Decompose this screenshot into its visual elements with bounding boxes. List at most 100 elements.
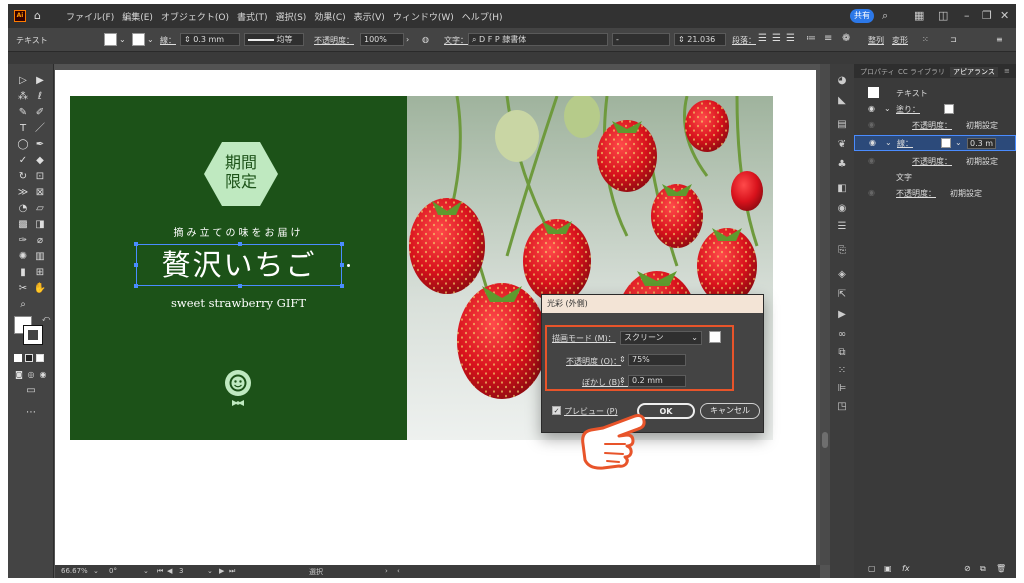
eye-icon[interactable]: ◉ (868, 188, 875, 197)
search-icon[interactable]: ⌕ (882, 9, 888, 23)
shape-builder-tool-icon[interactable]: ◔ (16, 202, 30, 216)
tab-appearance[interactable]: アピアランス (950, 67, 998, 77)
blend-mode-select[interactable]: スクリーン ⌄ (620, 331, 702, 345)
free-transform-tool-icon[interactable]: ⊠ (33, 186, 47, 200)
chevron-down-icon[interactable]: ⌄ (93, 567, 99, 575)
character-row[interactable]: 文字 (854, 170, 1016, 184)
blend-tool-icon[interactable]: ⌀ (33, 234, 47, 248)
stroke-label[interactable]: 線： (897, 138, 913, 149)
none-mode-icon[interactable] (36, 354, 44, 362)
add-stroke-icon[interactable]: ▢ (868, 564, 876, 573)
ellipse-tool-icon[interactable]: ◯ (16, 138, 30, 152)
opacity-input[interactable]: 75% (628, 354, 686, 366)
eye-icon[interactable]: ◉ (868, 104, 875, 113)
align-right-icon[interactable]: ☰ (786, 33, 795, 44)
perspective-tool-icon[interactable]: ▱ (33, 202, 47, 216)
asset-export-icon[interactable]: ⎘ (835, 244, 849, 258)
align-left-icon[interactable]: ☰ (758, 33, 767, 44)
menu-effect[interactable]: 効果(C) (314, 10, 345, 23)
vertical-scrollbar[interactable] (820, 64, 830, 565)
stroke-profile-select[interactable]: 均等 (244, 33, 304, 46)
duplicate-item-icon[interactable]: ⧉ (980, 564, 986, 574)
stroke-weight-input[interactable]: ⇕ 0.3 mm (180, 33, 240, 46)
pathfinder-icon[interactable]: ◳ (835, 400, 849, 414)
selection-anchor[interactable] (340, 284, 344, 288)
symbol-sprayer-tool-icon[interactable]: ✺ (16, 250, 30, 264)
artwork-title-text-selected[interactable]: 贅沢いちご (134, 242, 344, 288)
align-panel-link[interactable]: 整列 (868, 35, 884, 46)
close-icon[interactable]: ✕ (1000, 9, 1009, 22)
panel-menu-icon[interactable]: ≡ (996, 35, 1003, 44)
lasso-tool-icon[interactable]: ℓ (33, 90, 47, 104)
eye-icon[interactable]: ◉ (868, 156, 875, 165)
numbering-icon[interactable]: ≡ (824, 33, 832, 44)
fill-swatch[interactable] (944, 104, 954, 114)
hand-tool-icon[interactable]: ✋ (33, 282, 47, 296)
align-center-icon[interactable]: ☰ (772, 33, 781, 44)
transform-icon[interactable]: ⁙ (835, 364, 849, 378)
font-size-input[interactable]: ⇕ 21.036 (674, 33, 726, 46)
transparency-icon[interactable]: ☰ (835, 220, 849, 234)
stroke-swatch[interactable] (941, 138, 951, 148)
home-icon[interactable]: ⌂ (34, 9, 41, 22)
align-icon[interactable]: ⊫ (835, 382, 849, 396)
stroke-weight-input[interactable]: 0.3 m (967, 138, 997, 149)
workspace-icon[interactable]: ▦ (914, 9, 924, 22)
last-artboard-icon[interactable]: ⏭ (229, 567, 235, 576)
draw-inside-icon[interactable]: ◉ (36, 368, 50, 382)
tab-cc-libraries[interactable]: CC ライブラリ (898, 67, 945, 77)
arrange-icon[interactable]: ◫ (938, 9, 948, 22)
swap-colors-icon[interactable]: ⤺ (39, 312, 53, 326)
chevron-right-icon[interactable]: › (406, 35, 409, 44)
limited-time-badge[interactable]: 期間 限定 (203, 141, 279, 207)
restore-icon[interactable]: ❐ (982, 9, 992, 22)
gradient-tool-icon[interactable]: ◨ (33, 218, 47, 232)
stroke-label[interactable]: 線： (160, 35, 176, 46)
chevron-down-icon[interactable]: ⌄ (885, 138, 892, 147)
gradient-mode-icon[interactable] (25, 354, 33, 362)
isolate-icon[interactable]: ⊐ (950, 35, 957, 44)
menu-view[interactable]: 表示(V) (354, 10, 385, 23)
shaper-tool-icon[interactable]: ✓ (16, 154, 30, 168)
color-panel-icon[interactable]: ◕ (835, 74, 849, 88)
stepper-icon[interactable]: ⇕ (619, 355, 626, 364)
chevron-down-icon[interactable]: ⌄ (207, 567, 213, 575)
menu-window[interactable]: ウィンドウ(W) (393, 10, 454, 23)
menu-edit[interactable]: 編集(E) (122, 10, 153, 23)
layers-icon[interactable]: ◈ (835, 268, 849, 282)
gradient-panel-icon[interactable]: ◉ (835, 202, 849, 216)
minimize-icon[interactable]: – (964, 9, 970, 22)
graph-tool-icon[interactable]: ▮ (16, 266, 30, 280)
first-artboard-icon[interactable]: ⏮ (157, 567, 163, 576)
stroke-row-selected[interactable]: ◉ ⌄ 線： ⌄ 0.3 m (854, 135, 1016, 151)
eyedropper-tool-icon[interactable]: ✑ (16, 234, 30, 248)
opacity-label[interactable]: 不透明度： (912, 120, 952, 131)
zoom-tool-icon[interactable]: ⌕ (16, 298, 30, 312)
opacity-label[interactable]: 不透明度： (912, 156, 952, 167)
character-label[interactable]: 文字： (444, 35, 468, 46)
opacity-label[interactable]: 不透明度： (896, 188, 936, 199)
share-button[interactable]: 共有 (850, 9, 874, 23)
tab-properties[interactable]: プロパティ (860, 67, 895, 77)
dialog-title[interactable]: 光彩 (外側) (542, 295, 763, 313)
menu-help[interactable]: ヘルプ(H) (462, 10, 503, 23)
selection-anchor[interactable] (340, 263, 344, 267)
clear-appearance-icon[interactable]: ⊘ (964, 564, 971, 573)
selection-anchor[interactable] (238, 242, 242, 246)
paintbrush-tool-icon[interactable]: ✒ (33, 138, 47, 152)
preview-checkbox[interactable]: ✓ (552, 406, 561, 415)
artboard-tool-icon[interactable]: ⊞ (33, 266, 47, 280)
links-icon[interactable]: ∞ (835, 328, 849, 342)
artboards-icon[interactable]: ⧉ (835, 346, 849, 360)
zoom-value[interactable]: 66.67% (61, 567, 88, 575)
type-tool-icon[interactable]: T (16, 122, 30, 136)
fill-opacity-row[interactable]: ◉ 不透明度： 初期設定 (854, 118, 1016, 132)
eye-icon[interactable]: ◉ (868, 120, 875, 129)
menu-object[interactable]: オブジェクト(O) (161, 10, 229, 23)
chevron-right-icon[interactable]: › (385, 567, 388, 575)
smiley-mascot-icon[interactable] (222, 368, 254, 410)
menu-file[interactable]: ファイル(F) (66, 10, 114, 23)
magic-wand-tool-icon[interactable]: ⁂ (16, 90, 30, 104)
line-tool-icon[interactable]: ／ (33, 122, 47, 136)
direct-selection-tool-icon[interactable]: ▶ (33, 74, 47, 88)
